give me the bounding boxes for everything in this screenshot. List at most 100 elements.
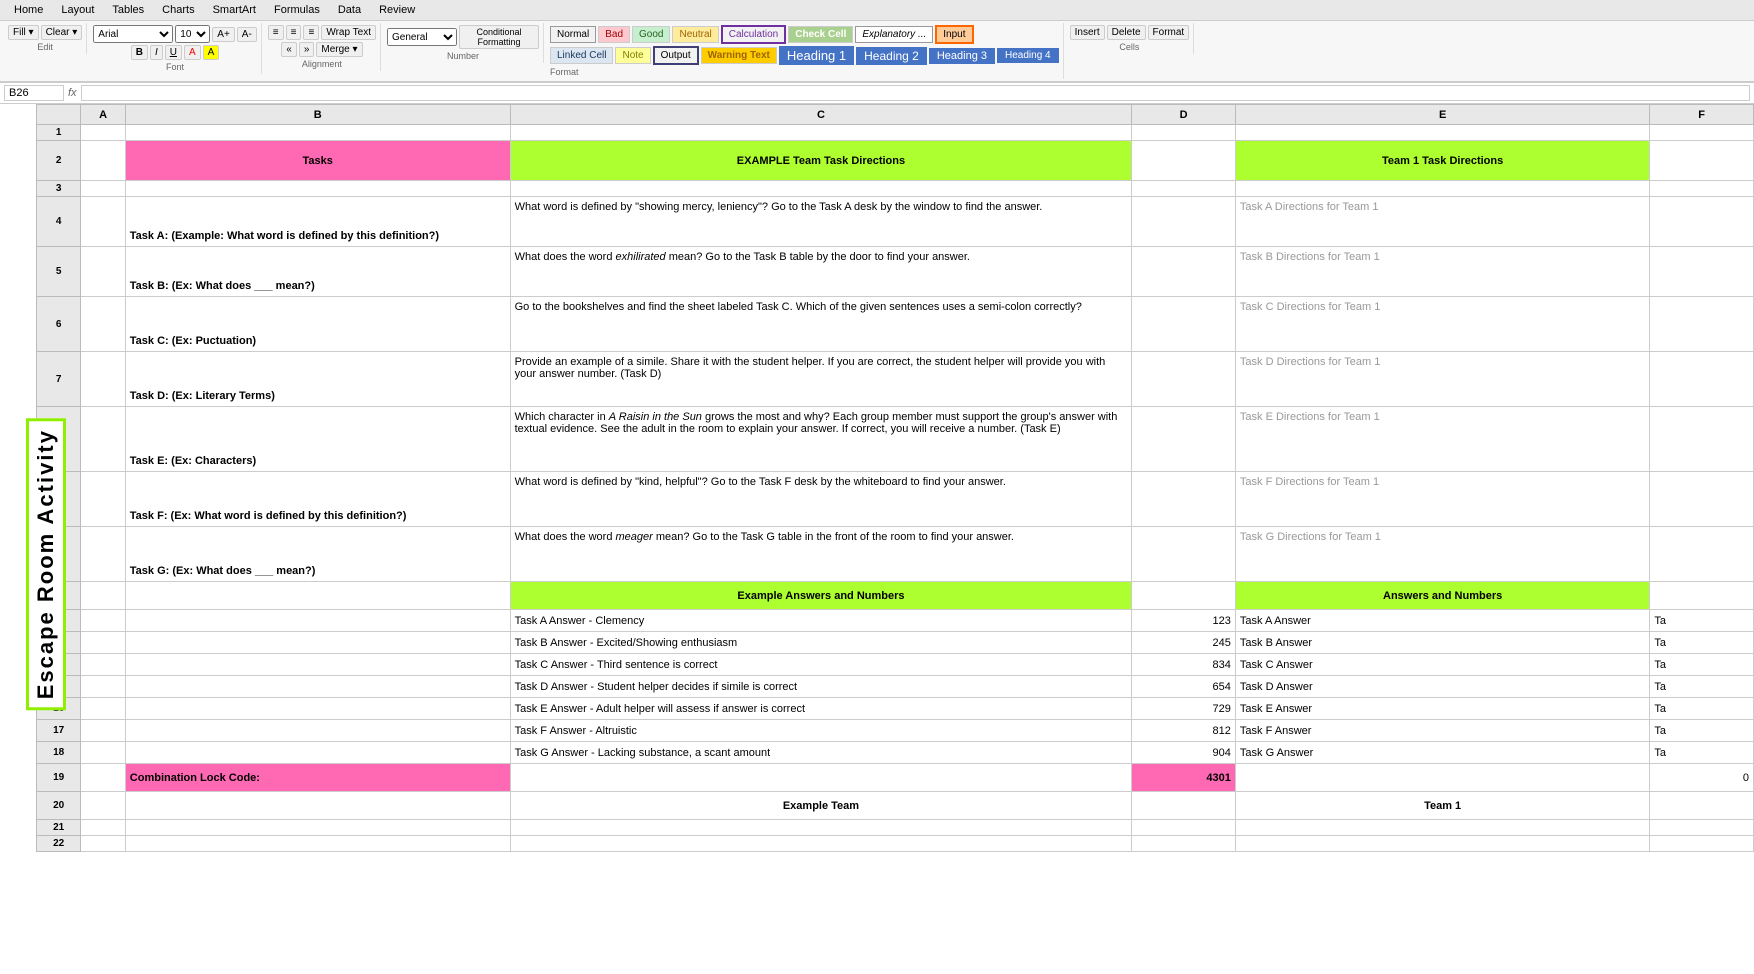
answer-c-num[interactable]: 834 (1132, 654, 1236, 676)
task-b-label[interactable]: Task B: (Ex: What does ___ mean?) (125, 247, 510, 297)
task-e-label[interactable]: Task E: (Ex: Characters) (125, 407, 510, 472)
style-heading4[interactable]: Heading 4 (997, 48, 1059, 63)
menu-charts[interactable]: Charts (154, 2, 202, 18)
cell-reference-input[interactable] (4, 85, 64, 101)
style-warning-text[interactable]: Warning Text (701, 47, 777, 64)
task-e-example-direction[interactable]: Which character in A Raisin in the Sun g… (510, 407, 1132, 472)
task-g-label[interactable]: Task G: (Ex: What does ___ mean?) (125, 527, 510, 582)
combo-lock-label[interactable]: Combination Lock Code: (125, 764, 510, 792)
col-D-header[interactable]: D (1132, 105, 1236, 125)
increase-font-button[interactable]: A+ (212, 27, 235, 42)
answer-f-suffix[interactable]: Ta (1650, 720, 1754, 742)
formula-input[interactable] (81, 85, 1750, 101)
col-B-header[interactable]: B (125, 105, 510, 125)
align-left-button[interactable]: ≡ (268, 25, 284, 40)
font-size-select[interactable]: 10 (175, 25, 210, 43)
task-c-team1-direction[interactable]: Task C Directions for Team 1 (1235, 297, 1649, 352)
menu-smartart[interactable]: SmartArt (205, 2, 264, 18)
answer-e-num[interactable]: 729 (1132, 698, 1236, 720)
tasks-header-cell[interactable]: Tasks (125, 141, 510, 181)
highlight-button[interactable]: A (203, 45, 220, 60)
task-b-team1-direction[interactable]: Task B Directions for Team 1 (1235, 247, 1649, 297)
align-right-button[interactable]: ≡ (303, 25, 319, 40)
answer-b-num[interactable]: 245 (1132, 632, 1236, 654)
answer-c-suffix[interactable]: Ta (1650, 654, 1754, 676)
task-g-example-direction[interactable]: What does the word meager mean? Go to th… (510, 527, 1132, 582)
underline-button[interactable]: U (165, 45, 182, 60)
indent-more-button[interactable]: » (299, 42, 315, 57)
insert-button[interactable]: Insert (1070, 25, 1105, 40)
style-heading1[interactable]: Heading 1 (779, 46, 854, 65)
answer-d-team1[interactable]: Task D Answer (1235, 676, 1649, 698)
answer-a-suffix[interactable]: Ta (1650, 610, 1754, 632)
task-f-example-direction[interactable]: What word is defined by "kind, helpful"?… (510, 472, 1132, 527)
team1-name[interactable]: Team 1 (1235, 792, 1649, 820)
menu-home[interactable]: Home (6, 2, 51, 18)
style-check-cell[interactable]: Check Cell (788, 26, 853, 43)
answer-g-num[interactable]: 904 (1132, 742, 1236, 764)
clear-button[interactable]: Clear ▾ (41, 25, 83, 40)
answer-e-example[interactable]: Task E Answer - Adult helper will assess… (510, 698, 1132, 720)
task-f-label[interactable]: Task F: (Ex: What word is defined by thi… (125, 472, 510, 527)
answer-e-team1[interactable]: Task E Answer (1235, 698, 1649, 720)
style-input[interactable]: Input (935, 25, 973, 44)
conditional-formatting-button[interactable]: Conditional Formatting (459, 25, 539, 49)
answer-b-team1[interactable]: Task B Answer (1235, 632, 1649, 654)
answer-b-example[interactable]: Task B Answer - Excited/Showing enthusia… (510, 632, 1132, 654)
answer-d-suffix[interactable]: Ta (1650, 676, 1754, 698)
example-team-name[interactable]: Example Team (510, 792, 1132, 820)
style-neutral[interactable]: Neutral (672, 26, 718, 43)
example-answers-header[interactable]: Example Answers and Numbers (510, 582, 1132, 610)
col-E-header[interactable]: E (1235, 105, 1649, 125)
spreadsheet[interactable]: A B C D E F 1 2 Tas (0, 104, 1754, 918)
style-normal[interactable]: Normal (550, 26, 596, 43)
answer-f-team1[interactable]: Task F Answer (1235, 720, 1649, 742)
task-d-example-direction[interactable]: Provide an example of a simile. Share it… (510, 352, 1132, 407)
format-button[interactable]: Format (1148, 25, 1190, 40)
team1-directions-header-cell[interactable]: Team 1 Task Directions (1235, 141, 1649, 181)
delete-button[interactable]: Delete (1107, 25, 1146, 40)
font-color-button[interactable]: A (184, 45, 201, 60)
number-format-select[interactable]: General (387, 28, 457, 46)
menu-tables[interactable]: Tables (104, 2, 152, 18)
answer-g-suffix[interactable]: Ta (1650, 742, 1754, 764)
task-g-team1-direction[interactable]: Task G Directions for Team 1 (1235, 527, 1649, 582)
font-name-select[interactable]: Arial (93, 25, 173, 43)
task-a-example-direction[interactable]: What word is defined by "showing mercy, … (510, 197, 1132, 247)
col-A-header[interactable]: A (81, 105, 125, 125)
menu-review[interactable]: Review (371, 2, 423, 18)
answer-c-example[interactable]: Task C Answer - Third sentence is correc… (510, 654, 1132, 676)
col-C-header[interactable]: C (510, 105, 1132, 125)
fill-button[interactable]: Fill ▾ (8, 25, 39, 40)
menu-data[interactable]: Data (330, 2, 369, 18)
answer-f-num[interactable]: 812 (1132, 720, 1236, 742)
example-directions-header-cell[interactable]: EXAMPLE Team Task Directions (510, 141, 1132, 181)
answer-g-example[interactable]: Task G Answer - Lacking substance, a sca… (510, 742, 1132, 764)
combo-lock-example-code[interactable]: 4301 (1132, 764, 1236, 792)
task-d-label[interactable]: Task D: (Ex: Literary Terms) (125, 352, 510, 407)
style-heading3[interactable]: Heading 3 (929, 48, 995, 64)
style-linked-cell[interactable]: Linked Cell (550, 47, 613, 64)
menu-layout[interactable]: Layout (53, 2, 102, 18)
style-bad[interactable]: Bad (598, 26, 630, 43)
style-output[interactable]: Output (653, 46, 699, 65)
answer-e-suffix[interactable]: Ta (1650, 698, 1754, 720)
answer-d-num[interactable]: 654 (1132, 676, 1236, 698)
bold-button[interactable]: B (131, 45, 148, 60)
task-a-label[interactable]: Task A: (Example: What word is defined b… (125, 197, 510, 247)
answer-a-team1[interactable]: Task A Answer (1235, 610, 1649, 632)
merge-button[interactable]: Merge ▾ (316, 42, 362, 57)
wrap-text-button[interactable]: Wrap Text (321, 25, 376, 40)
answer-f-example[interactable]: Task F Answer - Altruistic (510, 720, 1132, 742)
menu-formulas[interactable]: Formulas (266, 2, 328, 18)
decrease-font-button[interactable]: A- (237, 27, 257, 42)
task-f-team1-direction[interactable]: Task F Directions for Team 1 (1235, 472, 1649, 527)
answer-c-team1[interactable]: Task C Answer (1235, 654, 1649, 676)
style-calculation[interactable]: Calculation (721, 25, 786, 44)
task-e-team1-direction[interactable]: Task E Directions for Team 1 (1235, 407, 1649, 472)
style-explanatory[interactable]: Explanatory ... (855, 26, 933, 43)
answer-d-example[interactable]: Task D Answer - Student helper decides i… (510, 676, 1132, 698)
task-d-team1-direction[interactable]: Task D Directions for Team 1 (1235, 352, 1649, 407)
indent-less-button[interactable]: « (281, 42, 297, 57)
style-note[interactable]: Note (615, 47, 650, 64)
